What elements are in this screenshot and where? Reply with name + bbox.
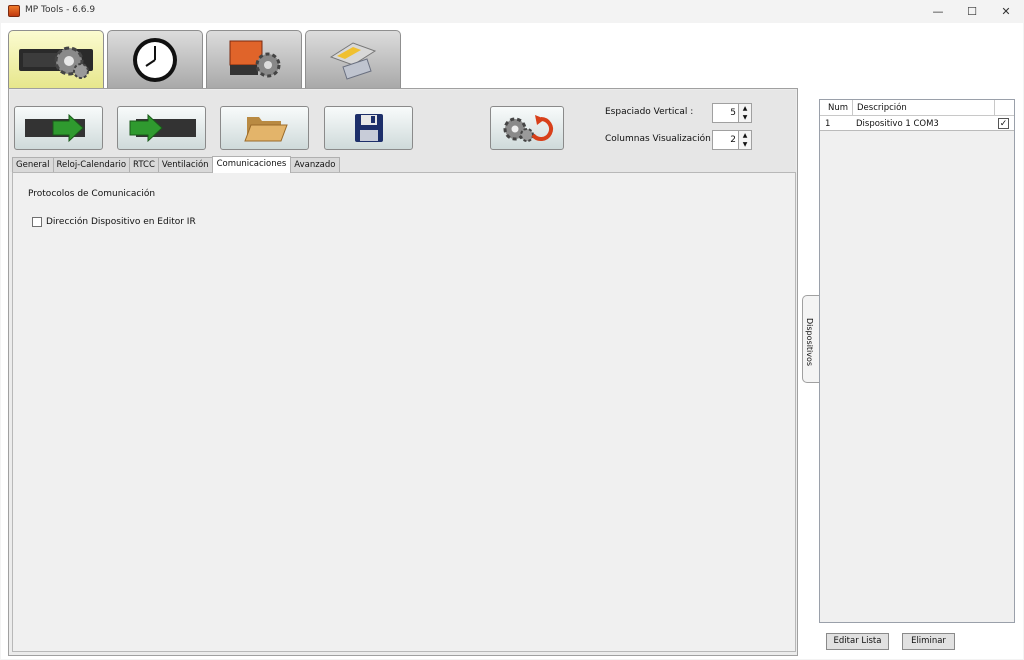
green-arrow-right-icon — [24, 113, 85, 143]
floppy-disk-icon — [354, 114, 383, 142]
tab-clock-calendar[interactable]: Reloj-Calendario — [52, 157, 131, 173]
sub-tab-bar: General Reloj-Calendario RTCC Ventilació… — [12, 156, 340, 173]
delete-button[interactable]: Eliminar — [902, 633, 955, 650]
vertical-spacing-value[interactable]: 5 — [730, 108, 736, 118]
gear-settings-icon — [19, 46, 93, 79]
vertical-spacing-label: Espaciado Vertical : — [605, 107, 694, 117]
tab-ventilation[interactable]: Ventilación — [157, 157, 213, 173]
display-columns-value[interactable]: 2 — [730, 135, 736, 145]
tab-content — [12, 172, 796, 652]
tab-connector[interactable] — [305, 30, 401, 88]
upload-button[interactable] — [14, 106, 103, 150]
open-folder-icon — [243, 117, 288, 142]
tab-advanced[interactable]: Avanzado — [290, 157, 340, 173]
grid-header — [820, 100, 1014, 116]
display-columns-label: Columnas Visualización : — [605, 134, 717, 144]
tab-clock[interactable] — [107, 30, 203, 88]
row-num-cell: 1 — [825, 119, 831, 129]
serial-connector-icon — [329, 41, 377, 80]
vertical-spacing-spinner[interactable]: 5 ▲ ▼ — [712, 103, 752, 123]
edit-list-button[interactable]: Editar Lista — [826, 633, 889, 650]
window-title: MP Tools - 6.6.9 — [25, 5, 96, 15]
app-icon — [8, 5, 20, 17]
title-bar — [0, 0, 1024, 22]
tab-rtcc[interactable]: RTCC — [129, 157, 159, 173]
tab-general[interactable]: General — [12, 157, 54, 173]
green-arrow-right-icon — [129, 113, 196, 143]
column-header-num[interactable]: Num — [828, 103, 848, 113]
download-button[interactable] — [117, 106, 206, 150]
clock-icon — [133, 37, 177, 82]
reset-defaults-button[interactable] — [490, 106, 564, 150]
mp-tools-logo-icon — [229, 40, 281, 77]
devices-grid — [819, 99, 1015, 623]
column-header-description[interactable]: Descripción — [857, 103, 907, 113]
device-address-ir-label[interactable]: Dirección Dispositivo en Editor IR — [46, 217, 196, 227]
close-button[interactable]: ✕ — [989, 0, 1023, 22]
row-enabled-checkbox[interactable]: ✓ — [998, 118, 1009, 129]
maximize-button[interactable]: ☐ — [955, 0, 989, 22]
row-description-cell: Dispositivo 1 COM3 — [856, 119, 939, 129]
device-address-ir-checkbox[interactable] — [32, 217, 42, 227]
spinner-down-icon[interactable]: ▼ — [738, 113, 751, 122]
section-title: Protocolos de Comunicación — [28, 189, 156, 199]
devices-side-tab[interactable]: Dispositivos — [802, 295, 819, 383]
save-button[interactable] — [324, 106, 413, 150]
tab-communications[interactable]: Comunicaciones — [211, 156, 292, 173]
minimize-button[interactable]: — — [921, 0, 955, 22]
spinner-down-icon[interactable]: ▼ — [738, 140, 751, 149]
open-file-button[interactable] — [220, 106, 309, 150]
devices-side-tab-label: Dispositivos — [805, 318, 814, 367]
tab-mp-tools[interactable] — [206, 30, 302, 88]
display-columns-spinner[interactable]: 2 ▲ ▼ — [712, 130, 752, 150]
gears-reset-icon — [503, 115, 553, 142]
tab-settings[interactable] — [8, 30, 104, 90]
